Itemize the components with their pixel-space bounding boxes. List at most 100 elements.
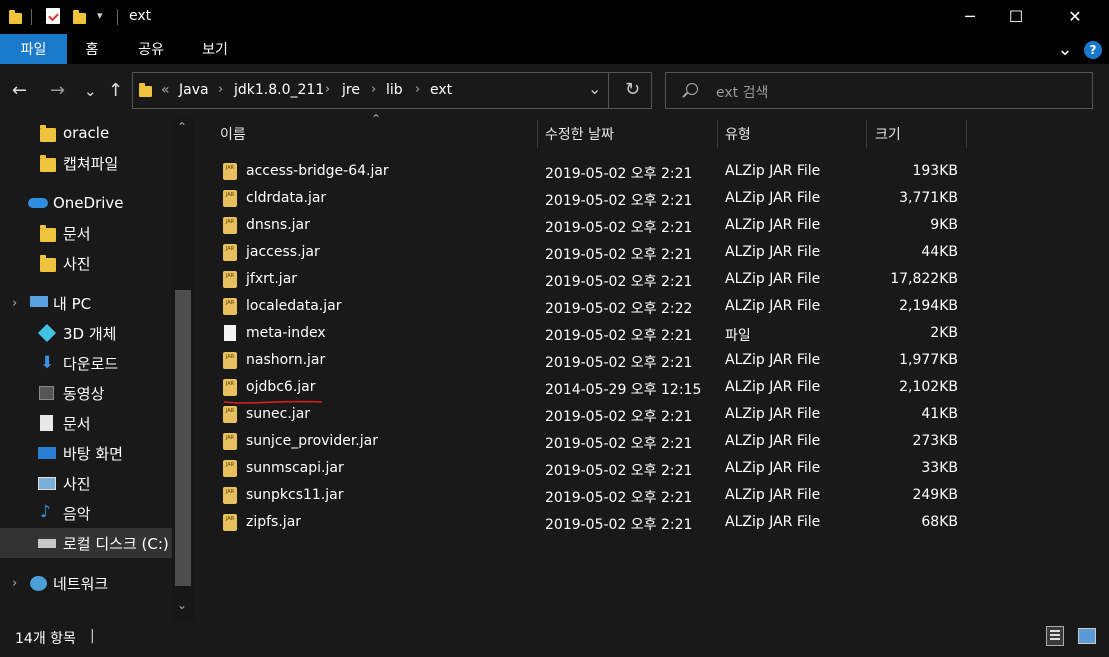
- file-size: 3,771KB: [899, 190, 958, 206]
- scroll-up-icon[interactable]: ⌃: [177, 120, 187, 134]
- file-list: ⌃ 이름 수정한 날짜 유형 크기 access-bridge-64.jar 2…: [195, 112, 1109, 622]
- up-button[interactable]: ↑: [108, 80, 123, 101]
- breadcrumb-jre[interactable]: jre: [342, 82, 360, 98]
- file-type: ALZip JAR File: [725, 487, 821, 503]
- divider: [117, 9, 118, 25]
- forward-button[interactable]: →: [50, 80, 65, 101]
- sidebar-item-this-pc[interactable]: › 내 PC: [0, 288, 172, 318]
- breadcrumb-java[interactable]: Java: [179, 82, 209, 98]
- table-row[interactable]: sunpkcs11.jar 2019-05-02 오후 2:21 ALZip J…: [195, 483, 1109, 510]
- tab-view[interactable]: 보기: [186, 34, 244, 64]
- table-row[interactable]: meta-index 2019-05-02 오후 2:21 파일 2KB: [195, 321, 1109, 348]
- jar-file-icon: [223, 190, 237, 207]
- sidebar-item-label: OneDrive: [53, 194, 124, 212]
- sidebar-item-3d-objects[interactable]: 3D 개체: [0, 318, 172, 348]
- recent-locations-button[interactable]: ⌄: [84, 82, 97, 100]
- sidebar-item-onedrive-documents[interactable]: 문서: [0, 218, 172, 248]
- breadcrumb-jdk[interactable]: jdk1.8.0_211: [234, 82, 324, 98]
- new-folder-icon[interactable]: [73, 10, 86, 24]
- sidebar-item-downloads[interactable]: ⬇ 다운로드: [0, 348, 172, 378]
- table-row[interactable]: ojdbc6.jar 2014-05-29 오후 12:15 ALZip JAR…: [195, 375, 1109, 402]
- file-modified: 2019-05-02 오후 2:21: [545, 355, 693, 371]
- file-type: ALZip JAR File: [725, 433, 821, 449]
- table-row[interactable]: cldrdata.jar 2019-05-02 오후 2:21 ALZip JA…: [195, 186, 1109, 213]
- table-row[interactable]: localedata.jar 2019-05-02 오후 2:22 ALZip …: [195, 294, 1109, 321]
- tab-file[interactable]: 파일: [0, 34, 67, 64]
- navigation-pane: oracle 캡쳐파일 OneDrive 문서 사진 › 내 PC 3D 개체 …: [0, 118, 195, 622]
- sidebar-item-pictures[interactable]: 사진: [0, 468, 172, 498]
- properties-icon[interactable]: [46, 8, 60, 24]
- sidebar-item-label: 사진: [63, 254, 91, 273]
- sidebar-item-label: 동영상: [63, 384, 105, 403]
- large-icons-view-icon[interactable]: [1078, 628, 1096, 644]
- column-header-type[interactable]: 유형: [725, 118, 751, 150]
- breadcrumb-separator[interactable]: ›: [325, 82, 330, 97]
- download-icon: ⬇: [40, 353, 55, 373]
- tab-share[interactable]: 공유: [124, 34, 178, 64]
- sidebar-scrollbar-thumb[interactable]: [175, 290, 191, 586]
- column-divider[interactable]: [537, 120, 538, 148]
- table-row[interactable]: sunjce_provider.jar 2019-05-02 오후 2:21 A…: [195, 429, 1109, 456]
- table-row[interactable]: jaccess.jar 2019-05-02 오후 2:21 ALZip JAR…: [195, 240, 1109, 267]
- jar-file-icon: [223, 379, 237, 396]
- sidebar-item-onedrive-pictures[interactable]: 사진: [0, 248, 172, 278]
- table-row[interactable]: dnsns.jar 2019-05-02 오후 2:21 ALZip JAR F…: [195, 213, 1109, 240]
- sidebar-item-local-disk[interactable]: 로컬 디스크 (C:): [0, 528, 172, 558]
- breadcrumb-ext[interactable]: ext: [430, 82, 452, 98]
- breadcrumb-separator[interactable]: ›: [218, 82, 223, 97]
- sidebar-item-captures[interactable]: 캡쳐파일: [0, 148, 172, 178]
- maximize-button[interactable]: ☐: [993, 0, 1039, 32]
- sidebar-item-videos[interactable]: 동영상: [0, 378, 172, 408]
- breadcrumb-lib[interactable]: lib: [386, 82, 403, 98]
- address-bar[interactable]: « Java › jdk1.8.0_211 › jre › lib › ext …: [132, 72, 652, 109]
- scroll-down-icon[interactable]: ⌄: [177, 598, 187, 612]
- table-row[interactable]: access-bridge-64.jar 2019-05-02 오후 2:21 …: [195, 159, 1109, 186]
- file-type: ALZip JAR File: [725, 406, 821, 422]
- help-icon[interactable]: ?: [1084, 41, 1102, 59]
- sidebar-item-desktop[interactable]: 바탕 화면: [0, 438, 172, 468]
- details-view-icon[interactable]: [1046, 626, 1064, 646]
- column-header-modified[interactable]: 수정한 날짜: [545, 118, 614, 150]
- tab-home[interactable]: 홈: [68, 34, 116, 64]
- chevron-right-icon[interactable]: ›: [12, 576, 17, 591]
- column-divider[interactable]: [717, 120, 718, 148]
- refresh-icon[interactable]: ↻: [625, 79, 640, 100]
- sidebar-item-network[interactable]: › 네트워크: [0, 568, 172, 598]
- sidebar-item-documents[interactable]: 문서: [0, 408, 172, 438]
- ribbon-expand-icon[interactable]: ⌄: [1053, 34, 1077, 64]
- column-divider[interactable]: [966, 120, 967, 148]
- table-row[interactable]: nashorn.jar 2019-05-02 오후 2:21 ALZip JAR…: [195, 348, 1109, 375]
- file-type: ALZip JAR File: [725, 298, 821, 314]
- file-name: cldrdata.jar: [246, 190, 327, 206]
- back-button[interactable]: ←: [12, 80, 27, 101]
- file-type: ALZip JAR File: [725, 460, 821, 476]
- folder-icon: [40, 125, 56, 142]
- folder-icon: [40, 225, 56, 242]
- jar-file-icon: [223, 163, 237, 180]
- sidebar-item-onedrive[interactable]: OneDrive: [0, 188, 172, 218]
- close-button[interactable]: ✕: [1052, 0, 1098, 32]
- column-divider[interactable]: [866, 120, 867, 148]
- breadcrumb-separator[interactable]: ›: [415, 82, 420, 97]
- minimize-button[interactable]: ─: [947, 0, 993, 32]
- chevron-right-icon[interactable]: ›: [12, 296, 17, 311]
- sidebar-item-label: 사진: [63, 474, 91, 493]
- sidebar-item-oracle[interactable]: oracle: [0, 118, 172, 148]
- breadcrumb-overflow[interactable]: «: [161, 82, 170, 98]
- sidebar-item-music[interactable]: ♪ 음악: [0, 498, 172, 528]
- column-header-size[interactable]: 크기: [875, 118, 901, 150]
- file-name: dnsns.jar: [246, 217, 310, 233]
- table-row[interactable]: sunec.jar 2019-05-02 오후 2:21 ALZip JAR F…: [195, 402, 1109, 429]
- customize-quick-access-icon[interactable]: ▾: [97, 9, 103, 22]
- address-dropdown-icon[interactable]: ⌄: [588, 79, 601, 98]
- table-row[interactable]: zipfs.jar 2019-05-02 오후 2:21 ALZip JAR F…: [195, 510, 1109, 537]
- search-box[interactable]: ext 검색: [665, 72, 1093, 109]
- file-size: 2,102KB: [899, 379, 958, 395]
- network-icon: [30, 576, 47, 591]
- picture-icon: [38, 477, 56, 490]
- file-type: ALZip JAR File: [725, 163, 821, 179]
- table-row[interactable]: jfxrt.jar 2019-05-02 오후 2:21 ALZip JAR F…: [195, 267, 1109, 294]
- column-header-name[interactable]: 이름: [220, 118, 246, 150]
- breadcrumb-separator[interactable]: ›: [371, 82, 376, 97]
- table-row[interactable]: sunmscapi.jar 2019-05-02 오후 2:21 ALZip J…: [195, 456, 1109, 483]
